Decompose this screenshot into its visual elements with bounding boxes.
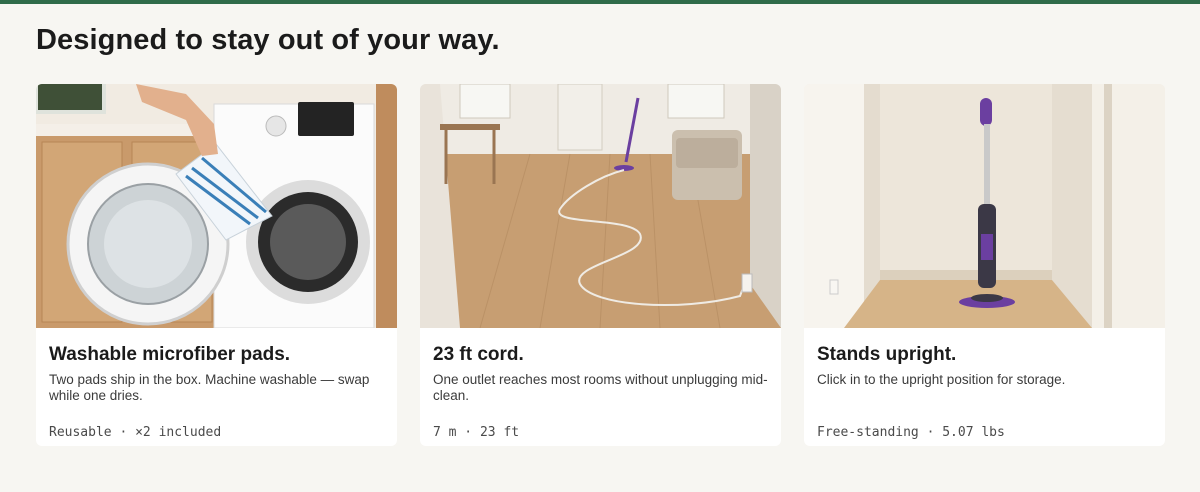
feature-card-upright: Stands upright. Click in to the upright … <box>804 84 1165 446</box>
card-description: Click in to the upright position for sto… <box>817 372 1066 387</box>
washing-machine-photo <box>36 84 397 328</box>
card-spec: Reusable · ×2 included <box>49 425 222 440</box>
feature-cards: Washable microfiber pads. Two pads ship … <box>36 84 1165 446</box>
card-spec: 7 m · 23 ft <box>433 425 520 440</box>
card-title: Washable microfiber pads. <box>49 344 291 365</box>
card-description: Two pads ship in the box. Machine washab… <box>49 372 370 403</box>
feature-card-pads: Washable microfiber pads. Two pads ship … <box>36 84 397 446</box>
card-title: Stands upright. <box>817 344 957 365</box>
card-title: 23 ft cord. <box>433 344 524 365</box>
section-headline: Designed to stay out of your way. <box>36 24 500 56</box>
card-description: One outlet reaches most rooms without un… <box>433 372 768 403</box>
upright-mop-photo <box>804 84 1165 328</box>
accent-top-bar <box>0 0 1200 4</box>
card-spec: Free-standing · 5.07 lbs <box>817 425 1005 440</box>
feature-card-cord: 23 ft cord. One outlet reaches most room… <box>420 84 781 446</box>
mop-cord-photo <box>420 84 781 328</box>
